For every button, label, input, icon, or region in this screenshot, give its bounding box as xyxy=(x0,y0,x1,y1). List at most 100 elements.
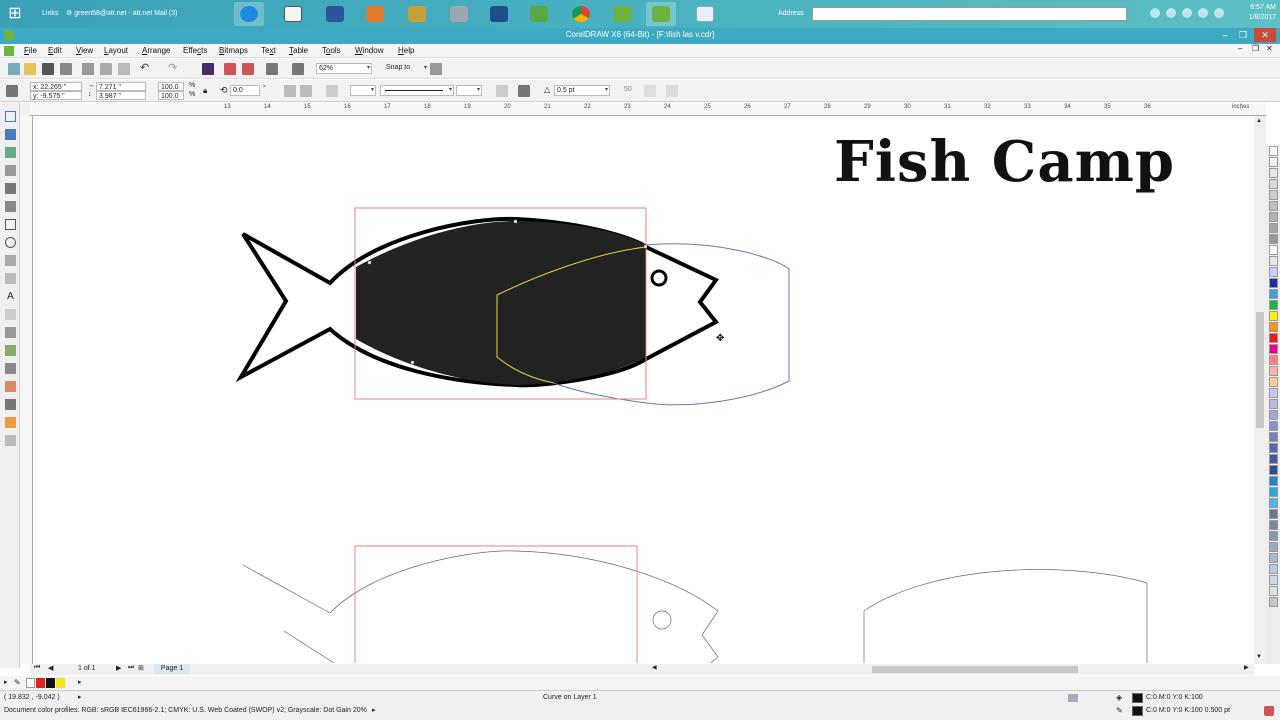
palette-swatch[interactable] xyxy=(1269,388,1278,398)
close-button[interactable]: ✕ xyxy=(1254,28,1276,42)
palette-swatch[interactable] xyxy=(1269,377,1278,387)
palette-swatch[interactable] xyxy=(1269,586,1278,596)
node-handle[interactable] xyxy=(643,244,648,249)
palette-swatch[interactable] xyxy=(1269,476,1278,486)
prev-page-icon[interactable]: ◀ xyxy=(48,664,53,672)
tray-icon[interactable] xyxy=(1150,8,1160,18)
page-tab[interactable]: Page 1 xyxy=(154,664,190,674)
preview-eye[interactable] xyxy=(652,610,672,630)
menu-item[interactable]: Arrange xyxy=(142,44,170,57)
eyedropper-icon[interactable]: ✎ xyxy=(14,678,21,687)
outline-width-select[interactable]: 0.5 pt ▾ xyxy=(554,85,610,96)
palette-swatch[interactable] xyxy=(1269,179,1278,189)
tray-icon[interactable] xyxy=(1166,8,1176,18)
options-icon[interactable] xyxy=(430,63,442,75)
palette-swatch[interactable] xyxy=(1269,256,1278,266)
cut-icon[interactable] xyxy=(82,63,94,75)
doc-icon[interactable] xyxy=(4,46,14,56)
palette-expand-icon[interactable]: ▸ xyxy=(78,678,82,686)
palette-swatch[interactable] xyxy=(1269,355,1278,365)
menu-item[interactable]: File xyxy=(24,44,37,57)
zoom-select[interactable]: 62% ▾ xyxy=(316,63,372,74)
palette-swatch[interactable] xyxy=(1269,421,1278,431)
y-position-input[interactable]: y: -9.575 " xyxy=(30,91,82,100)
snap-to-select[interactable]: Snap to ▾ xyxy=(386,64,428,75)
pen-app-icon[interactable] xyxy=(402,2,432,26)
redo-icon[interactable]: ↷ xyxy=(168,61,177,74)
menu-item[interactable]: Table xyxy=(289,44,308,57)
color-proof-icon[interactable] xyxy=(1068,694,1078,702)
vertical-ruler[interactable] xyxy=(20,116,33,664)
color-profile-info[interactable]: Document color profiles: RGB: sRGB IEC61… xyxy=(4,704,367,718)
node-handle[interactable] xyxy=(513,219,518,224)
status-arrow-icon[interactable]: ▸ xyxy=(78,691,82,705)
word-icon[interactable] xyxy=(320,2,350,26)
welcome-screen-icon[interactable] xyxy=(292,63,304,75)
palette-swatch[interactable] xyxy=(1269,267,1278,277)
fill-tool-icon[interactable] xyxy=(5,417,16,428)
clock[interactable]: 6:57 AM 1/8/2017 xyxy=(1236,3,1276,23)
add-page-icon[interactable]: ⊞ xyxy=(138,664,144,672)
head-preview-outline[interactable] xyxy=(863,569,1148,663)
lock-ratio-icon[interactable]: 🔒︎ xyxy=(203,86,207,96)
transparency-tool-icon[interactable] xyxy=(5,381,16,392)
print-icon[interactable] xyxy=(60,63,72,75)
palette-swatch[interactable] xyxy=(1269,157,1278,167)
no-color-swatch[interactable] xyxy=(26,678,35,688)
palette-swatch[interactable] xyxy=(1269,575,1278,585)
doc-minimize-button[interactable]: – xyxy=(1238,44,1242,53)
coreldraw-icon[interactable] xyxy=(608,2,638,26)
text-tool-icon[interactable]: A xyxy=(5,291,16,302)
shape-tool-icon[interactable] xyxy=(5,129,16,140)
vertical-scrollbar[interactable]: ▲ ▼ xyxy=(1254,116,1266,664)
tray-icon[interactable] xyxy=(1182,8,1192,18)
node-handle[interactable] xyxy=(367,260,372,265)
freehand-tool-icon[interactable] xyxy=(5,183,16,194)
palette-swatch[interactable] xyxy=(1269,311,1278,321)
next-page-icon[interactable]: ▶ xyxy=(116,664,121,672)
last-page-icon[interactable]: ⏭ xyxy=(128,664,134,672)
restore-button[interactable]: ❐ xyxy=(1234,28,1252,42)
undo-icon[interactable]: ↶ xyxy=(140,61,149,74)
crop-tool-icon[interactable] xyxy=(5,147,16,158)
black-swatch[interactable] xyxy=(46,678,55,688)
line-style-select[interactable]: ▾ xyxy=(380,85,454,96)
fish-preview-outline[interactable] xyxy=(242,550,719,663)
palette-swatch[interactable] xyxy=(1269,278,1278,288)
address-input[interactable] xyxy=(812,7,1127,21)
zoom-tool-icon[interactable] xyxy=(5,165,16,176)
outline-pen-icon[interactable] xyxy=(518,85,530,97)
menu-item[interactable]: Tools xyxy=(322,44,341,57)
doc-close-button[interactable]: ✕ xyxy=(1266,44,1273,53)
palette-swatch[interactable] xyxy=(1269,234,1278,244)
publish-icon[interactable] xyxy=(242,63,254,75)
dimension-tool-icon[interactable] xyxy=(5,327,16,338)
palette-swatch[interactable] xyxy=(1269,443,1278,453)
palette-swatch[interactable] xyxy=(1269,223,1278,233)
palette-swatch[interactable] xyxy=(1269,201,1278,211)
palette-swatch[interactable] xyxy=(1269,168,1278,178)
palette-swatch[interactable] xyxy=(1269,542,1278,552)
rotation-input[interactable]: 0.0 xyxy=(230,85,260,96)
palette-swatch[interactable] xyxy=(1269,432,1278,442)
chrome-icon[interactable] xyxy=(566,2,596,26)
palette-swatch[interactable] xyxy=(1269,322,1278,332)
smoothing-icon[interactable] xyxy=(644,85,656,97)
paint-app-icon[interactable] xyxy=(360,2,390,26)
windows-start-icon[interactable]: ⊞ xyxy=(4,4,26,24)
palette-swatch[interactable] xyxy=(1269,465,1278,475)
status-arrow-icon[interactable]: ▸ xyxy=(372,704,376,718)
palette-swatch[interactable] xyxy=(1269,399,1278,409)
tray-icon[interactable] xyxy=(1198,8,1208,18)
yellow-swatch[interactable] xyxy=(56,678,65,688)
palette-swatch[interactable] xyxy=(1269,146,1278,156)
drawing-canvas[interactable]: ✥ Fish Camp xyxy=(34,117,1254,663)
palette-swatch[interactable] xyxy=(1269,410,1278,420)
menu-item[interactable]: Window xyxy=(355,44,383,57)
mail-indicator[interactable]: ⚙ green58@att.net - att.net Mail (3) xyxy=(66,0,177,28)
new-icon[interactable] xyxy=(8,63,20,75)
doc-restore-button[interactable]: ❐ xyxy=(1252,44,1259,53)
menu-item[interactable]: Effects xyxy=(183,44,207,57)
calendar-app-icon[interactable] xyxy=(278,2,308,26)
scroll-up-icon[interactable]: ▲ xyxy=(1256,118,1262,124)
